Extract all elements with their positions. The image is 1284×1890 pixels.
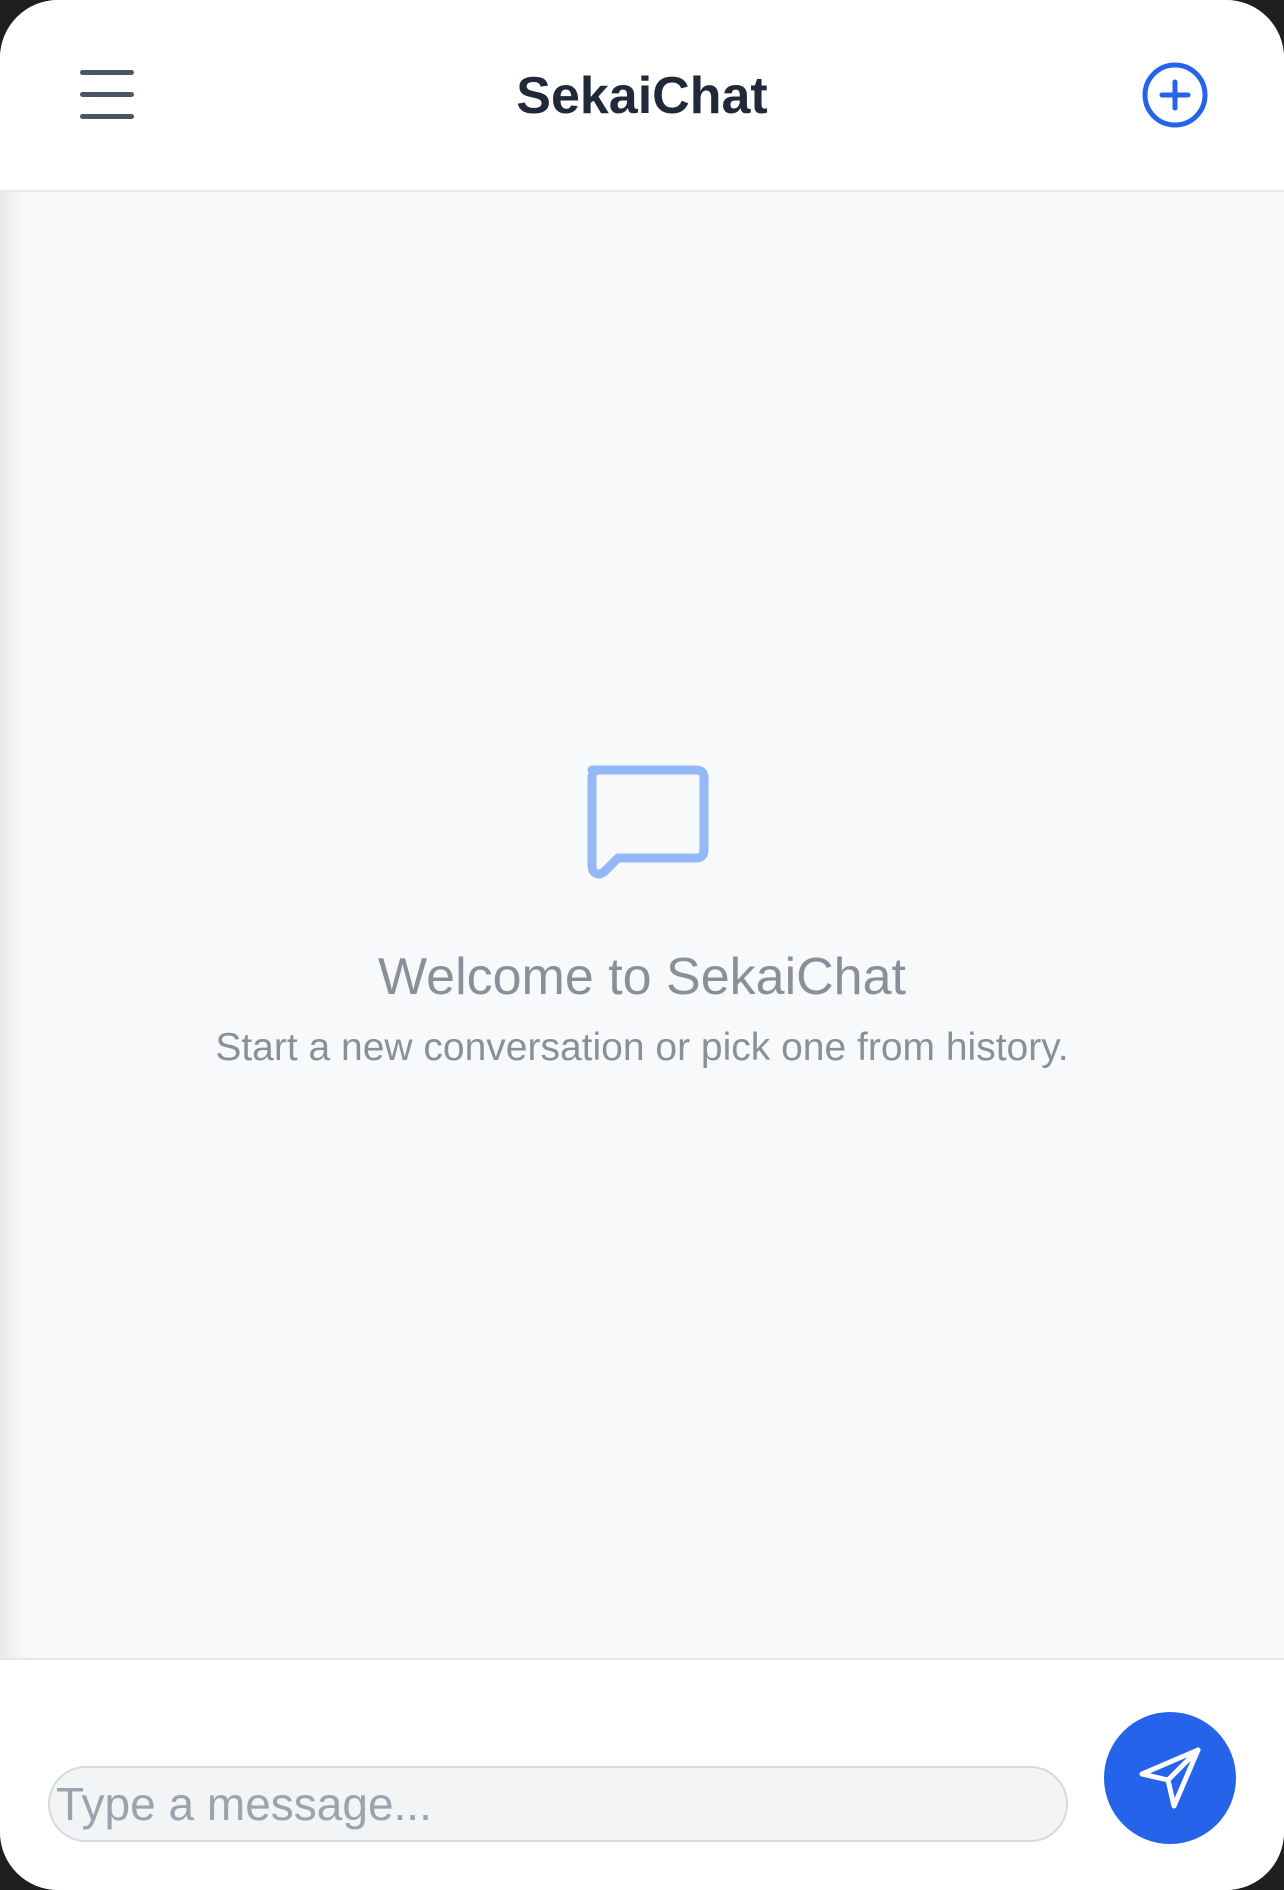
paper-plane-icon — [1139, 1747, 1201, 1809]
welcome-heading: Welcome to SekaiChat — [378, 948, 906, 1006]
app-title: SekaiChat — [516, 67, 768, 125]
plus-circle-icon — [1142, 62, 1208, 128]
top-bar: SekaiChat — [0, 0, 1284, 192]
welcome-subtext: Start a new conversation or pick one fro… — [215, 1026, 1069, 1069]
app-frame: SekaiChat Welcome to SekaiChat Start a n… — [0, 0, 1284, 1890]
chat-bubble-icon — [587, 765, 709, 879]
composer-bar — [0, 1658, 1284, 1890]
new-chat-button[interactable] — [1138, 58, 1212, 132]
send-button[interactable] — [1104, 1712, 1236, 1844]
message-input[interactable] — [48, 1766, 1068, 1842]
empty-state: Welcome to SekaiChat Start a new convers… — [0, 760, 1284, 1073]
